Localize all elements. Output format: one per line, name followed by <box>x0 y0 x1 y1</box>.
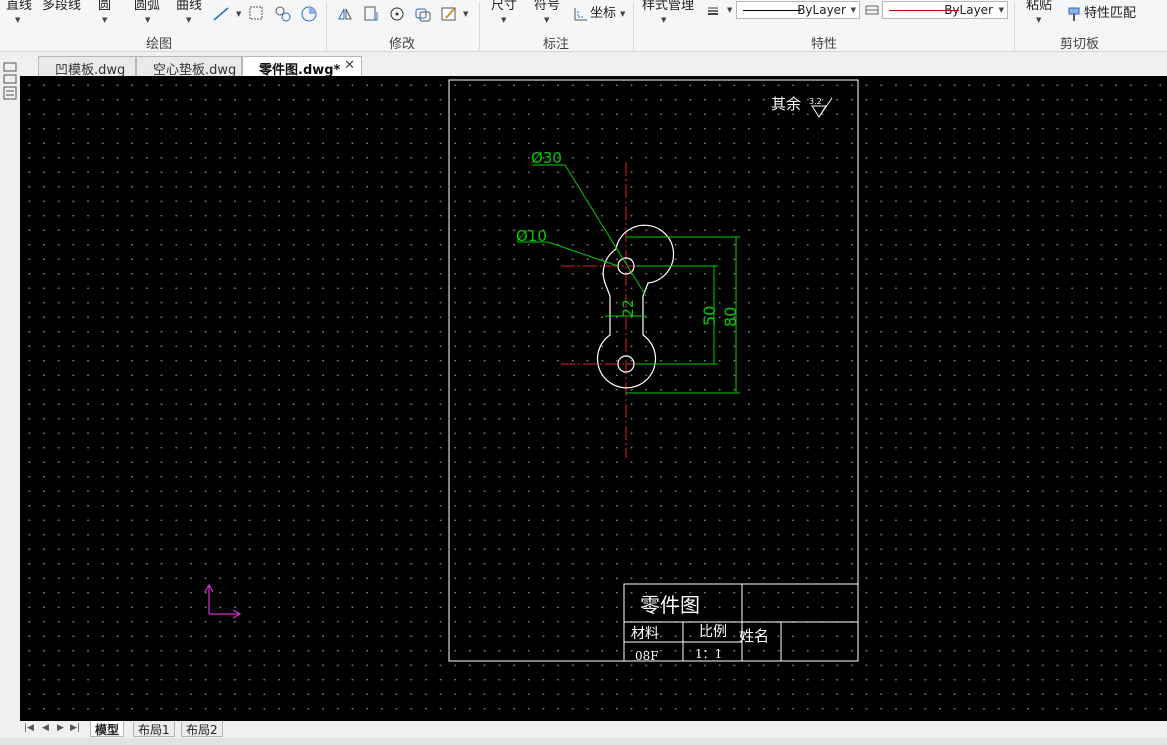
left-tool-strip <box>0 58 20 728</box>
first-tab-icon[interactable]: |◀ <box>24 723 34 733</box>
group-divider <box>326 2 327 50</box>
ribbon: 直线 ▼ 多段线 圆 ▼ 圆弧 ▼ 曲线 ▼ ▼ 绘图 ▼ 修改 尺寸 ▼ 符号… <box>0 0 1167 52</box>
dimension-button[interactable]: 尺寸 <box>491 0 517 13</box>
clipboard-group-label: 剪切板 <box>1060 37 1100 52</box>
scale-label: 比例 <box>699 624 727 640</box>
document-tab-bar: 凹模板.dwg 空心垫板.dwg 零件图.dwg* ✕ <box>0 53 1167 78</box>
hatch-icon[interactable] <box>274 5 292 23</box>
dim-50-label: 50 <box>700 306 719 326</box>
group-divider <box>633 2 634 50</box>
chevron-down-icon[interactable]: ▼ <box>661 16 666 24</box>
dim-phi10-label: Ø10 <box>516 227 547 245</box>
circle-tool-button[interactable]: 圆 <box>98 0 111 13</box>
palette-icon[interactable] <box>3 61 17 103</box>
color-icon[interactable] <box>865 4 879 16</box>
dim-80-label: 80 <box>721 307 740 327</box>
tab-file-1[interactable]: 凹模板.dwg <box>38 56 136 78</box>
copy-icon[interactable] <box>362 5 380 23</box>
linetype-dropdown[interactable]: ByLayer ▼ <box>736 1 860 19</box>
rotate-icon[interactable] <box>388 5 406 23</box>
chevron-down-icon[interactable]: ▼ <box>15 16 20 24</box>
rectangle-icon[interactable] <box>248 5 264 21</box>
edit-properties-icon[interactable] <box>440 5 458 23</box>
next-tab-icon[interactable]: ▶ <box>57 723 64 733</box>
chevron-down-icon[interactable]: ▼ <box>102 16 107 24</box>
dim-22-label: 22 <box>621 299 637 317</box>
draw-group-label: 绘图 <box>146 37 173 52</box>
coordinate-icon[interactable] <box>572 6 588 22</box>
tab-file-2[interactable]: 空心垫板.dwg <box>136 56 242 78</box>
chevron-down-icon[interactable]: ▼ <box>544 16 549 24</box>
style-manager-button[interactable]: 样式管理 <box>642 0 694 13</box>
prev-tab-icon[interactable]: ◀ <box>42 723 49 733</box>
roughness-value: 3.2 <box>809 97 822 106</box>
tab-file-3-active[interactable]: 零件图.dwg* ✕ <box>242 56 362 78</box>
title-block-name: 零件图 <box>640 593 700 617</box>
properties-group-label: 特性 <box>811 37 838 52</box>
group-divider <box>1014 2 1015 50</box>
chevron-down-icon[interactable]: ▼ <box>727 6 732 14</box>
match-properties-icon[interactable] <box>1066 6 1082 22</box>
chevron-down-icon[interactable]: ▼ <box>463 10 468 18</box>
region-icon[interactable] <box>300 5 318 23</box>
scale-value: 1：1 <box>695 647 722 661</box>
curve-tool-button[interactable]: 曲线 <box>176 0 202 13</box>
material-label: 材料 <box>631 626 659 642</box>
linetype-value: ByLayer <box>797 3 846 17</box>
chevron-down-icon[interactable]: ▼ <box>620 10 625 18</box>
dim-phi30-label: Ø30 <box>531 149 562 167</box>
modify-group-label: 修改 <box>389 37 416 52</box>
chevron-down-icon: ▼ <box>998 6 1004 14</box>
arc-tool-button[interactable]: 圆弧 <box>134 0 160 13</box>
group-divider <box>479 2 480 50</box>
person-label: 姓名 <box>739 627 769 645</box>
color-value: ByLayer <box>944 3 993 17</box>
chevron-down-icon[interactable]: ▼ <box>1036 16 1041 24</box>
construction-line-icon[interactable] <box>212 6 232 22</box>
surface-note-text: 其余 <box>771 95 801 113</box>
chevron-down-icon[interactable]: ▼ <box>186 16 191 24</box>
drawing-canvas[interactable]: 其余 3.2 Ø30 Ø10 22 50 80 零件图 材料 比例 姓名 08F… <box>20 76 1167 721</box>
annotate-group-label: 标注 <box>543 37 570 52</box>
match-properties-button[interactable]: 特性匹配 <box>1084 7 1136 21</box>
symbol-button[interactable]: 符号 <box>534 0 560 13</box>
horizontal-scrollbar[interactable] <box>0 738 1167 745</box>
chevron-down-icon[interactable]: ▼ <box>236 10 241 18</box>
tab-layout1[interactable]: 布局1 <box>133 721 175 737</box>
dimension-lines <box>517 164 740 394</box>
close-icon[interactable]: ✕ <box>344 58 355 73</box>
chevron-down-icon[interactable]: ▼ <box>145 16 150 24</box>
chevron-down-icon[interactable]: ▼ <box>501 16 506 24</box>
color-dropdown[interactable]: ByLayer ▼ <box>882 1 1008 19</box>
last-tab-icon[interactable]: ▶| <box>70 723 80 733</box>
ucs-icon <box>204 583 242 619</box>
paste-button[interactable]: 粘贴 <box>1026 0 1052 13</box>
drawing-svg: 其余 3.2 Ø30 Ø10 22 50 80 零件图 材料 比例 姓名 08F… <box>204 79 859 663</box>
coordinate-button[interactable]: 坐标 <box>590 7 616 21</box>
linetype-preview <box>743 10 801 11</box>
lineweight-icon[interactable] <box>706 5 720 17</box>
tab-layout2[interactable]: 布局2 <box>181 721 223 737</box>
chevron-down-icon: ▼ <box>850 6 856 14</box>
polyline-tool-button[interactable]: 多段线 <box>42 0 81 13</box>
line-tool-button[interactable]: 直线 <box>6 0 32 13</box>
tab-model[interactable]: 模型 <box>90 721 125 737</box>
mirror-icon[interactable] <box>336 5 354 23</box>
material-value: 08F <box>635 649 659 663</box>
offset-icon[interactable] <box>414 5 432 23</box>
layout-tab-bar: |◀ ◀ ▶ ▶| 模型 布局1 布局2 <box>0 721 1167 738</box>
